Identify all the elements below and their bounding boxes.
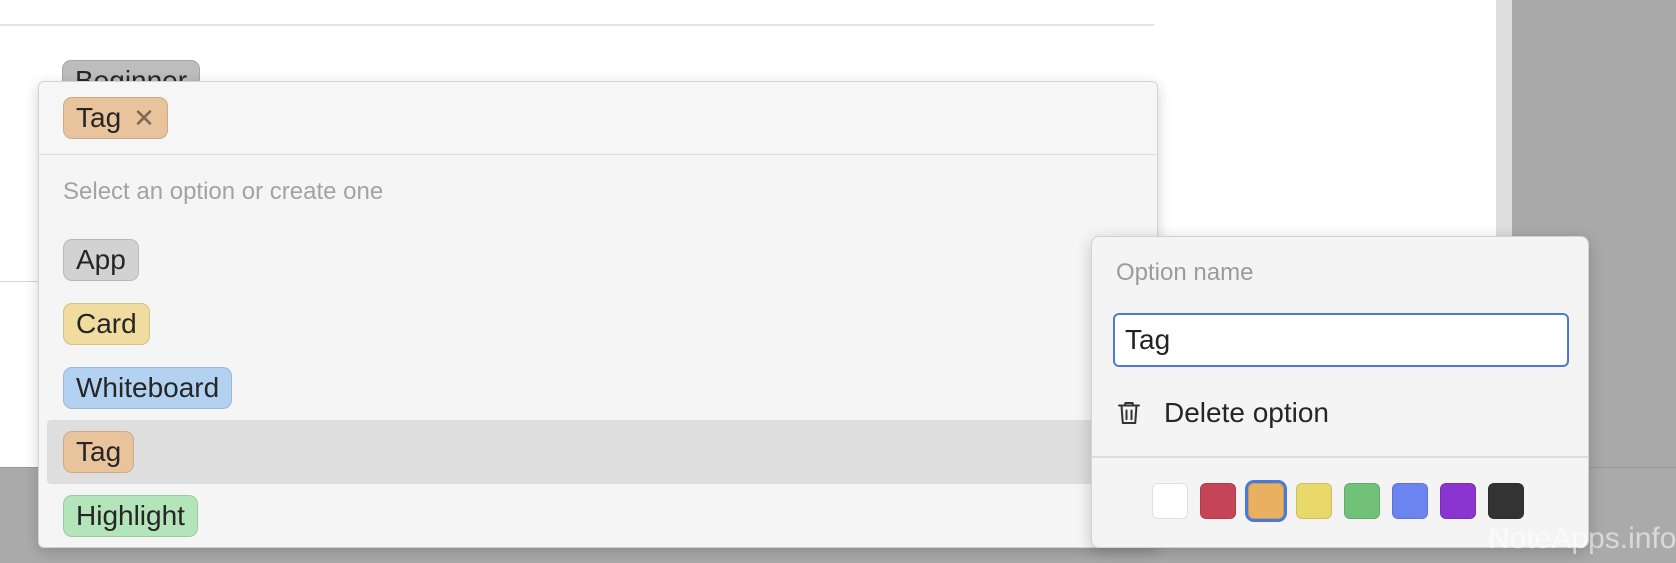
color-swatch-white[interactable] (1152, 483, 1188, 519)
color-swatch-orange[interactable] (1245, 480, 1287, 522)
option-label: Whiteboard (76, 372, 220, 403)
option-row-highlight[interactable]: Highlight (47, 484, 1149, 547)
option-chip: Card (63, 303, 150, 345)
selected-tags-area[interactable]: Tag ✕ (39, 82, 1157, 155)
select-dropdown: Tag ✕ Select an option or create one App… (38, 81, 1158, 548)
divider (1092, 456, 1588, 458)
option-label: Card (76, 308, 137, 339)
option-row-whiteboard[interactable]: Whiteboard (47, 356, 1149, 420)
color-swatch-blue[interactable] (1392, 483, 1428, 519)
option-label: Tag (76, 436, 122, 467)
option-row-tag[interactable]: Tag (47, 420, 1149, 484)
option-row-card[interactable]: Card (47, 292, 1149, 356)
trash-icon (1118, 402, 1140, 424)
option-chip: App (63, 239, 139, 281)
delete-option-label: Delete option (1164, 397, 1330, 428)
option-chip: Highlight (63, 495, 198, 537)
watermark: NoteApps.info (1488, 522, 1676, 555)
color-swatches (1152, 480, 1536, 522)
option-label: Highlight (76, 500, 185, 531)
close-icon[interactable]: ✕ (133, 105, 155, 131)
color-swatch-red[interactable] (1200, 483, 1236, 519)
color-swatch-yellow[interactable] (1296, 483, 1332, 519)
option-name-label: Option name (1116, 259, 1254, 286)
option-editor-popover: Option name Delete option (1091, 236, 1589, 548)
divider (0, 24, 1154, 26)
color-swatch-green[interactable] (1344, 483, 1380, 519)
option-row-app[interactable]: App (47, 228, 1149, 292)
color-swatch-black[interactable] (1488, 483, 1524, 519)
option-name-input[interactable] (1113, 313, 1569, 367)
selected-tag-label: Tag (76, 102, 122, 133)
option-chip: Tag (63, 431, 135, 473)
delete-option-button[interactable]: Delete option (1114, 389, 1554, 437)
option-chip: Whiteboard (63, 367, 233, 409)
color-swatch-purple[interactable] (1440, 483, 1476, 519)
selected-tag-chip: Tag ✕ (63, 97, 168, 139)
dropdown-hint: Select an option or create one (63, 178, 384, 205)
option-label: App (76, 244, 126, 275)
